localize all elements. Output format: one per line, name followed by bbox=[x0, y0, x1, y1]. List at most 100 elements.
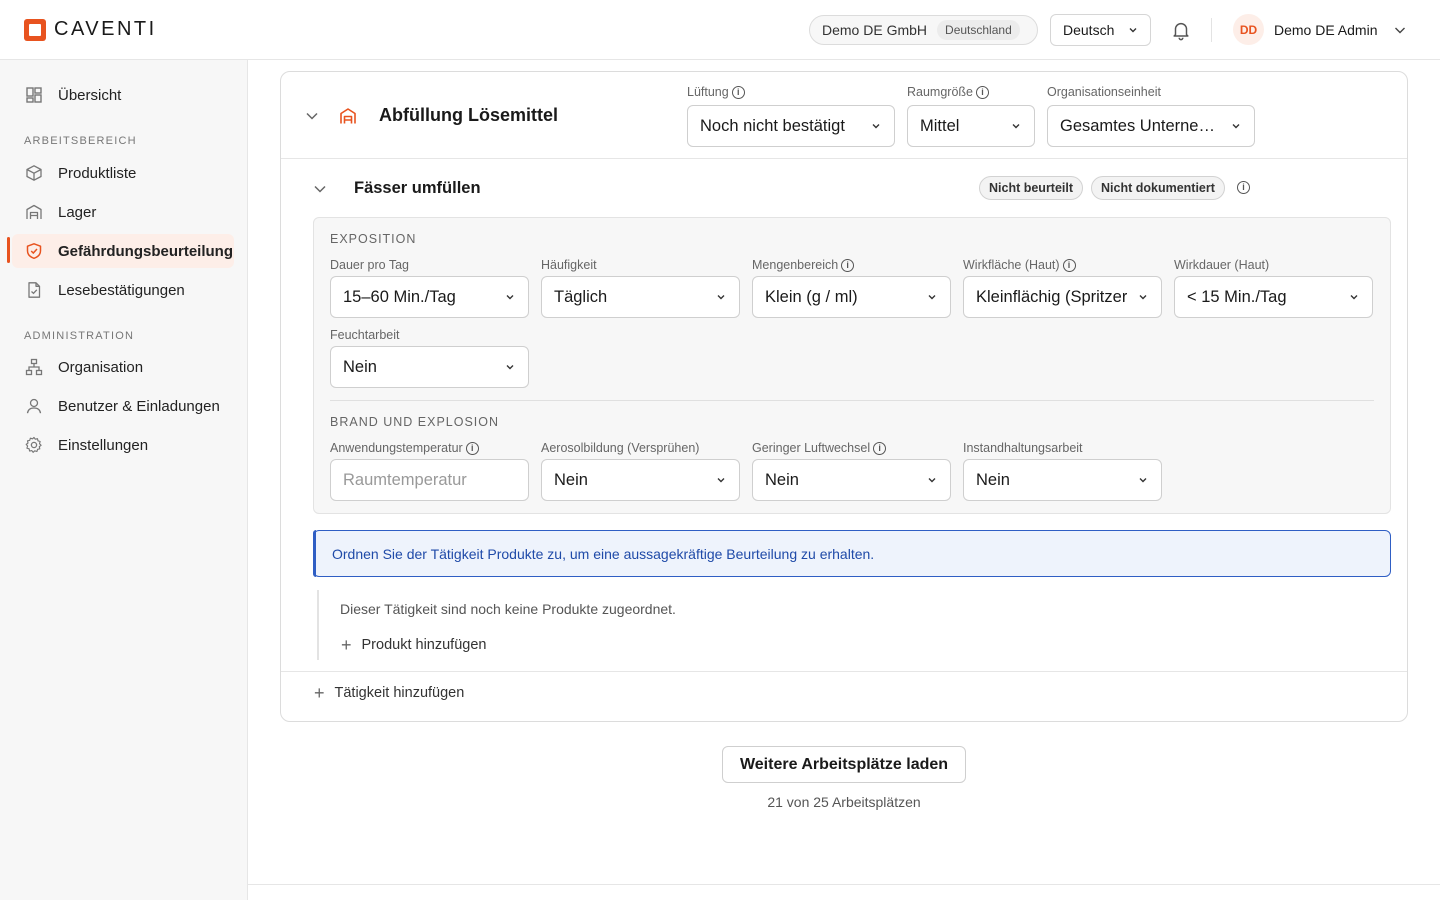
info-icon[interactable]: i bbox=[731, 85, 745, 99]
sidebar-item-overview[interactable]: Übersicht bbox=[12, 78, 234, 112]
chevron-down-icon bbox=[928, 295, 936, 300]
info-icon[interactable]: i bbox=[873, 441, 887, 455]
quantity-label: Mengenbereich i bbox=[752, 258, 855, 272]
document-check-icon bbox=[24, 280, 44, 300]
warehouse-icon bbox=[24, 202, 44, 222]
info-icon[interactable]: i bbox=[1237, 181, 1250, 194]
fire-section-title: BRAND UND EXPLOSION bbox=[330, 415, 500, 429]
dashboard-icon bbox=[24, 85, 44, 105]
gear-icon bbox=[24, 435, 44, 455]
sidebar-item-users[interactable]: Benutzer & Einladungen bbox=[12, 389, 234, 423]
chevron-down-icon bbox=[506, 295, 514, 300]
section-divider bbox=[330, 400, 1374, 401]
header-divider bbox=[1211, 18, 1212, 42]
skin-area-select[interactable]: Kleinflächig (Spritzer) bbox=[963, 276, 1162, 318]
wet-work-label: Feuchtarbeit bbox=[330, 328, 400, 342]
user-name: Demo DE Admin bbox=[1274, 21, 1378, 38]
org-country-badge: Deutschland bbox=[937, 20, 1020, 40]
duration-select[interactable]: 15–60 Min./Tag bbox=[330, 276, 529, 318]
shield-check-icon bbox=[24, 241, 44, 261]
activity-details-panel: EXPOSITION Dauer pro Tag 15–60 Min./Tag … bbox=[313, 217, 1391, 514]
chevron-down-icon[interactable] bbox=[312, 181, 328, 197]
wet-work-select[interactable]: Nein bbox=[330, 346, 529, 388]
info-icon[interactable]: i bbox=[841, 258, 855, 272]
chevron-down-icon bbox=[1232, 124, 1240, 129]
logo[interactable]: CAVENTI bbox=[24, 18, 157, 41]
box-icon bbox=[24, 163, 44, 183]
chevron-down-icon bbox=[1139, 478, 1147, 483]
card-divider bbox=[281, 671, 1407, 672]
info-icon[interactable]: i bbox=[976, 85, 989, 99]
language-select[interactable]: Deutsch bbox=[1050, 14, 1151, 46]
sidebar-item-label: Organisation bbox=[58, 358, 144, 376]
sidebar-item-product-list[interactable]: Produktliste bbox=[12, 156, 234, 190]
add-product-button[interactable]: + Produkt hinzufügen bbox=[341, 636, 486, 654]
workplace-header: Abfüllung Lösemittel Lüftung i Noch nicht… bbox=[281, 72, 1407, 159]
sidebar-item-storage[interactable]: Lager bbox=[12, 195, 234, 229]
status-badge-documented: Nicht dokumentiert bbox=[1091, 176, 1225, 200]
logo-text: CAVENTI bbox=[54, 18, 157, 40]
user-icon bbox=[24, 396, 44, 416]
avatar: DD bbox=[1233, 14, 1264, 45]
sidebar-item-settings[interactable]: Einstellungen bbox=[12, 428, 234, 462]
sidebar-item-label: Lesebestätigungen bbox=[58, 281, 185, 299]
sidebar-item-label: Einstellungen bbox=[58, 436, 149, 454]
bell-icon[interactable] bbox=[1170, 19, 1192, 41]
frequency-label: Häufigkeit bbox=[541, 258, 597, 272]
info-notice: Ordnen Sie der Tätigkeit Produkte zu, um… bbox=[313, 530, 1391, 577]
sidebar-item-label: Lager bbox=[58, 203, 97, 221]
chevron-down-icon bbox=[928, 478, 936, 483]
chevron-down-icon bbox=[506, 365, 514, 370]
chevron-down-icon[interactable] bbox=[304, 108, 320, 124]
sidebar: Übersicht ARBEITSBEREICH Produktliste La… bbox=[0, 60, 248, 900]
temperature-label: Anwendungstemperatur i bbox=[330, 441, 479, 455]
sidebar-section-workspace: ARBEITSBEREICH bbox=[24, 135, 137, 147]
active-indicator bbox=[7, 237, 10, 263]
skin-duration-label: Wirkdauer (Haut) bbox=[1174, 258, 1270, 272]
aerosol-select[interactable]: Nein bbox=[541, 459, 740, 501]
activity-title: Fässer umfüllen bbox=[354, 179, 481, 197]
top-bar: CAVENTI Demo DE GmbH Deutschland Deutsch… bbox=[0, 0, 1440, 60]
org-unit-label: Organisationseinheit bbox=[1047, 85, 1161, 99]
info-icon[interactable]: i bbox=[465, 441, 479, 455]
plus-icon: + bbox=[314, 683, 325, 703]
user-menu[interactable]: DD Demo DE Admin bbox=[1233, 14, 1407, 45]
empty-products-text: Dieser Tätigkeit sind noch keine Produkt… bbox=[340, 601, 676, 617]
add-activity-label: Tätigkeit hinzufügen bbox=[334, 685, 465, 701]
add-activity-button[interactable]: + Tätigkeit hinzufügen bbox=[314, 684, 464, 702]
workplace-icon bbox=[340, 108, 356, 124]
org-switcher[interactable]: Demo DE GmbH Deutschland bbox=[809, 15, 1038, 45]
chevron-down-icon bbox=[1139, 295, 1147, 300]
skin-duration-select[interactable]: < 15 Min./Tag bbox=[1174, 276, 1373, 318]
load-more-button[interactable]: Weitere Arbeitsplätze laden bbox=[722, 746, 966, 783]
sidebar-item-label: Produktliste bbox=[58, 164, 137, 182]
org-name: Demo DE GmbH bbox=[822, 22, 928, 38]
sidebar-item-organisation[interactable]: Organisation bbox=[12, 350, 234, 384]
air-exchange-label: Geringer Luftwechsel i bbox=[752, 441, 887, 455]
chevron-down-icon bbox=[872, 124, 880, 129]
temperature-input[interactable] bbox=[330, 459, 529, 501]
chevron-down-icon bbox=[1129, 28, 1137, 33]
room-size-select[interactable]: Mittel bbox=[907, 105, 1035, 147]
sidebar-section-admin: ADMINISTRATION bbox=[24, 330, 135, 342]
maintenance-select[interactable]: Nein bbox=[963, 459, 1162, 501]
duration-label: Dauer pro Tag bbox=[330, 258, 409, 272]
sidebar-item-read-confirmations[interactable]: Lesebestätigungen bbox=[12, 273, 234, 307]
ventilation-select[interactable]: Noch nicht bestätigt bbox=[687, 105, 895, 147]
org-tree-icon bbox=[24, 357, 44, 377]
sidebar-item-risk-assessment[interactable]: Gefährdungsbeurteilung bbox=[12, 234, 234, 268]
org-unit-select[interactable]: Gesamtes Unternehmen bbox=[1047, 105, 1255, 147]
chevron-down-icon bbox=[1395, 27, 1406, 33]
workplace-card: Abfüllung Lösemittel Lüftung i Noch nicht… bbox=[280, 71, 1408, 722]
quantity-select[interactable]: Klein (g / ml) bbox=[752, 276, 951, 318]
skin-area-label: Wirkfläche (Haut) i bbox=[963, 258, 1076, 272]
air-exchange-select[interactable]: Nein bbox=[752, 459, 951, 501]
status-badge-assessed: Nicht beurteilt bbox=[979, 176, 1084, 200]
sidebar-item-label: Benutzer & Einladungen bbox=[58, 397, 220, 415]
frequency-select[interactable]: Täglich bbox=[541, 276, 740, 318]
room-size-label: Raumgröße i bbox=[907, 85, 989, 99]
chevron-down-icon bbox=[717, 295, 725, 300]
workplace-count: 21 von 25 Arbeitsplätzen bbox=[767, 794, 921, 810]
sidebar-item-label: Übersicht bbox=[58, 86, 122, 104]
info-icon[interactable]: i bbox=[1062, 258, 1076, 272]
